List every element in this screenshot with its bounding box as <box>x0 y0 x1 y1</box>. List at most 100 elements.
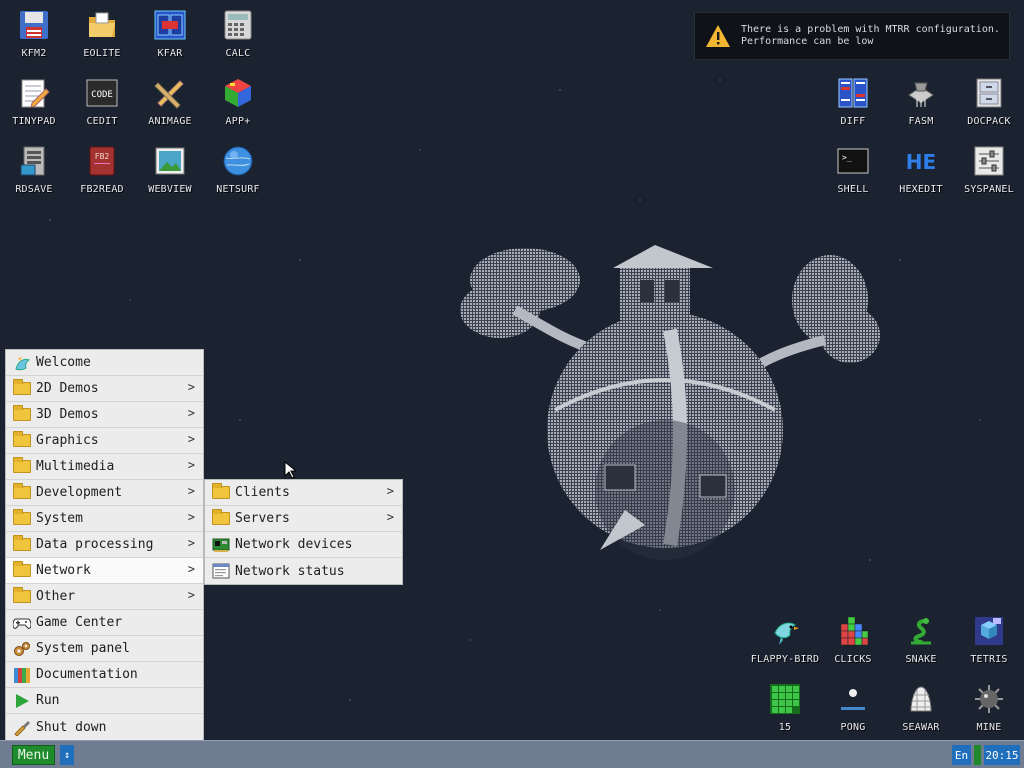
submenu-item-label: Network status <box>235 563 345 579</box>
desktop-icon-label: CLICKS <box>834 654 872 665</box>
notification-line-1: There is a problem with MTRR configurati… <box>741 24 1000 35</box>
hex-icon: HE <box>904 144 938 178</box>
menu-item-label: System panel <box>36 641 130 656</box>
desktop-icon-tinypad[interactable]: TINYPAD <box>0 68 68 134</box>
cabinet-icon <box>972 76 1006 110</box>
desktop-icon-app-plus[interactable]: APP+ <box>204 68 272 134</box>
submenu-item-servers[interactable]: Servers > <box>205 506 402 532</box>
folder-icon <box>9 561 35 577</box>
desktop-icon-tetris[interactable]: TETRIS <box>955 606 1023 672</box>
sliders-icon <box>972 144 1006 178</box>
desktop-icon-diff[interactable]: DIFF <box>819 68 887 134</box>
desktop-icon-kfm2[interactable]: KFM2 <box>0 0 68 66</box>
menu-item-multimedia[interactable]: Multimedia > <box>6 454 203 480</box>
desktop-icon-flappy-bird[interactable]: FLAPPY-BIRD <box>751 606 819 672</box>
menu-item-label: Run <box>36 693 60 708</box>
menu-item-label: Data processing <box>36 537 154 552</box>
folder-icon <box>9 457 35 473</box>
menu-item-welcome[interactable]: Welcome <box>6 350 203 376</box>
submenu-item-network-status[interactable]: Network status <box>205 558 402 584</box>
menu-item-system-panel[interactable]: System panel <box>6 636 203 662</box>
chevron-right-icon: > <box>187 536 195 550</box>
pencil-ruler-icon <box>153 76 187 110</box>
menu-item-network[interactable]: Network > <box>6 558 203 584</box>
menu-item-graphics[interactable]: Graphics > <box>6 428 203 454</box>
menu-item-game-center[interactable]: Game Center <box>6 610 203 636</box>
menu-item-other[interactable]: Other > <box>6 584 203 610</box>
mine-icon <box>972 682 1006 716</box>
window-switch-button[interactable]: ↕ <box>60 745 74 765</box>
desktop-icon-label: EOLITE <box>83 48 121 59</box>
submenu-item-clients[interactable]: Clients > <box>205 480 402 506</box>
notification-line-2: Performance can be low <box>741 36 874 47</box>
tetris-icon <box>972 614 1006 648</box>
desktop-icon-fasm[interactable]: FASM <box>887 68 955 134</box>
floppy-disk-icon <box>17 8 51 42</box>
desktop-icon-seawar[interactable]: SEAWAR <box>887 674 955 740</box>
desktop-icon-pong[interactable]: PONG <box>819 674 887 740</box>
play-icon <box>9 692 35 710</box>
menu-item-label: Shut down <box>36 719 107 735</box>
desktop-icon-syspanel[interactable]: SYSPANEL <box>955 136 1023 202</box>
globe-icon <box>221 144 255 178</box>
menu-item-run[interactable]: Run <box>6 688 203 714</box>
folder-icon <box>208 509 234 525</box>
menu-button[interactable]: Menu <box>12 745 55 765</box>
desktop-icon-hexedit[interactable]: HE HEXEDIT <box>887 136 955 202</box>
menu-item-label: 3D Demos <box>36 407 99 422</box>
menu-item-documentation[interactable]: Documentation <box>6 662 203 688</box>
notification-popup[interactable]: There is a problem with MTRR configurati… <box>694 12 1010 60</box>
desktop-icon-label: APP+ <box>225 116 251 127</box>
chevron-right-icon: > <box>386 510 394 524</box>
desktop-icon-webview[interactable]: WEBVIEW <box>136 136 204 202</box>
submenu-item-network-devices[interactable]: Network devices <box>205 532 402 558</box>
gears-icon <box>9 640 35 658</box>
folder-icon <box>9 509 35 525</box>
menu-item-3d-demos[interactable]: 3D Demos > <box>6 402 203 428</box>
desktop-icon-shell[interactable]: >_ SHELL <box>819 136 887 202</box>
desktop-icon-15[interactable]: 15 <box>751 674 819 740</box>
menu-item-label: Network <box>36 563 91 578</box>
desktop-icon-eolite[interactable]: EOLITE <box>68 0 136 66</box>
desktop-icon-kfar[interactable]: KFAR <box>136 0 204 66</box>
wallpaper-planet-image <box>455 240 885 564</box>
menu-item-label: Welcome <box>36 355 91 370</box>
blocks-icon <box>836 614 870 648</box>
menu-item-label: 2D Demos <box>36 381 99 396</box>
menu-item-label: Development <box>36 485 123 500</box>
menu-item-label: Game Center <box>36 615 123 630</box>
folder-open-icon <box>85 8 119 42</box>
svg-text:FB2: FB2 <box>95 152 110 161</box>
desktop-icon-rdsave[interactable]: RDSAVE <box>0 136 68 202</box>
clock[interactable]: 20:15 <box>984 745 1020 765</box>
menu-item-development[interactable]: Development > <box>6 480 203 506</box>
desktop-icon-cedit[interactable]: CODE CEDIT <box>68 68 136 134</box>
desktop-icon-label: CEDIT <box>86 116 118 127</box>
code-icon: CODE <box>85 76 119 110</box>
desktop-icon-animage[interactable]: ANIMAGE <box>136 68 204 134</box>
desktop-icon-netsurf[interactable]: NETSURF <box>204 136 272 202</box>
desktop-icon-docpack[interactable]: DOCPACK <box>955 68 1023 134</box>
folder-icon <box>9 405 35 421</box>
svg-text:CODE: CODE <box>91 90 113 100</box>
gamepad-icon <box>9 616 35 630</box>
menu-item-system[interactable]: System > <box>6 506 203 532</box>
language-indicator[interactable]: En <box>952 745 971 765</box>
desktop-icon-snake[interactable]: SNAKE <box>887 606 955 672</box>
desktop-icon-label: SHELL <box>837 184 869 195</box>
desktop-icon-mine[interactable]: MINE <box>955 674 1023 740</box>
menu-item-2d-demos[interactable]: 2D Demos > <box>6 376 203 402</box>
svg-text:HE: HE <box>906 150 936 174</box>
cube-icon <box>221 76 255 110</box>
folder-icon <box>9 587 35 603</box>
menu-item-shut-down[interactable]: Shut down <box>6 714 203 740</box>
menu-item-data-processing[interactable]: Data processing > <box>6 532 203 558</box>
desktop-icon-calc[interactable]: CALC <box>204 0 272 66</box>
desktop-icon-clicks[interactable]: CLICKS <box>819 606 887 672</box>
notepad-icon <box>17 76 51 110</box>
mouse-cursor-icon <box>284 460 298 483</box>
desktop-icon-fb2read[interactable]: FB2 FB2READ <box>68 136 136 202</box>
desktop-icon-label: TINYPAD <box>12 116 56 127</box>
svg-text:>_: >_ <box>842 153 852 162</box>
dual-panel-icon <box>153 8 187 42</box>
